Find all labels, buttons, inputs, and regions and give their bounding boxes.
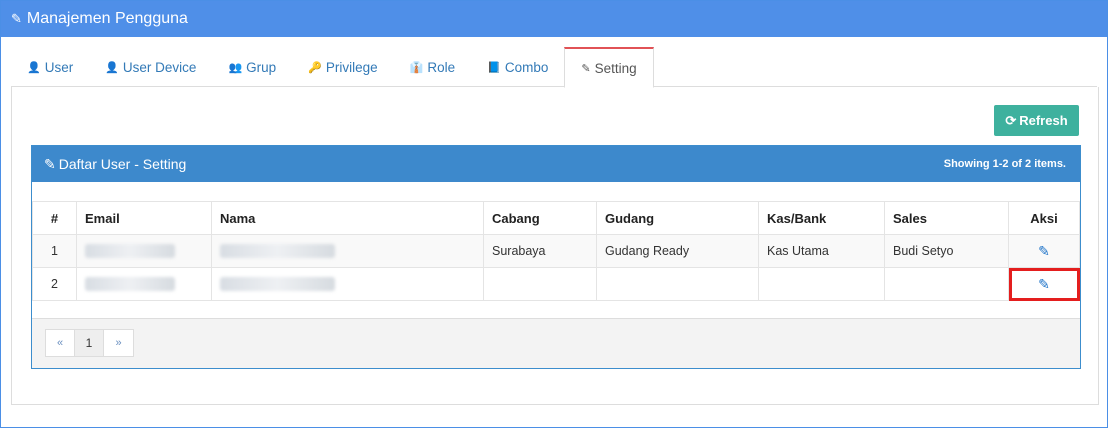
refresh-button[interactable]: ⟳ Refresh — [994, 105, 1079, 136]
tab-bar: 👤 User 👤 User Device 👥 Grup 🔑 Privilege 👔 Rol… — [11, 47, 1097, 88]
user-tie-icon: 👔 — [409, 61, 424, 74]
user-icon: 👤 — [105, 61, 119, 74]
table-header-row: # Email Nama Cabang Gudang Kas/Bank Sale… — [32, 201, 1080, 235]
column-header-sales[interactable]: Sales — [884, 201, 1009, 235]
pagination-next[interactable]: » — [104, 330, 133, 356]
redacted-nama — [220, 244, 335, 259]
redacted-nama — [220, 277, 335, 292]
panel-footer: « 1 » — [32, 318, 1080, 368]
tab-setting[interactable]: ✎ Setting — [564, 47, 654, 88]
highlighted-action-cell: ✎ — [1008, 267, 1080, 301]
edit-icon: ✎ — [581, 62, 591, 75]
table-row: 1 Surabaya Gudang Ready Kas Utama Budi S… — [32, 234, 1080, 268]
user-setting-table: # Email Nama Cabang Gudang Kas/Bank Sale… — [32, 201, 1080, 301]
column-header-aksi: Aksi — [1008, 201, 1080, 235]
column-header-no: # — [32, 201, 77, 235]
pagination-prev[interactable]: « — [46, 330, 75, 356]
page-header: ✎ Manajemen Pengguna — [1, 1, 1107, 37]
redacted-email — [85, 244, 175, 259]
column-header-gudang[interactable]: Gudang — [596, 201, 759, 235]
tab-grup[interactable]: 👥 Grup — [212, 47, 292, 87]
refresh-icon: ⟳ — [1005, 112, 1017, 128]
tab-content: ⟳ Refresh ✎ Daftar User - Setting Showing… — [11, 87, 1099, 405]
page-title: Manajemen Pengguna — [26, 10, 188, 27]
column-header-email[interactable]: Email — [76, 201, 212, 235]
key-icon: 🔑 — [308, 61, 322, 74]
column-header-kas-bank[interactable]: Kas/Bank — [758, 201, 885, 235]
column-header-nama[interactable]: Nama — [211, 201, 484, 235]
user-setting-panel: ✎ Daftar User - Setting Showing 1-2 of 2 … — [31, 145, 1081, 369]
table-row: 2 ✎ — [32, 267, 1080, 301]
panel-title: Daftar User - Setting — [58, 155, 187, 172]
pagination-page-1[interactable]: 1 — [75, 330, 104, 356]
pencil-icon: ✎ — [11, 11, 22, 26]
panel-summary: Showing 1-2 of 2 items. — [943, 158, 1066, 170]
nama-cell — [211, 267, 484, 301]
users-icon: 👥 — [228, 61, 243, 74]
email-cell — [76, 234, 212, 268]
tab-user-device[interactable]: 👤 User Device — [89, 47, 212, 87]
tab-privilege[interactable]: 🔑 Privilege — [292, 47, 393, 87]
column-header-cabang[interactable]: Cabang — [483, 201, 597, 235]
email-cell — [76, 267, 212, 301]
edit-row-button[interactable]: ✎ — [1038, 276, 1050, 292]
edit-row-button[interactable]: ✎ — [1038, 243, 1050, 259]
tab-role[interactable]: 👔 Role — [394, 47, 471, 87]
app-window: ✎ Manajemen Pengguna 👤 User 👤 User Device … — [0, 0, 1108, 428]
tab-user[interactable]: 👤 User — [11, 47, 89, 87]
book-icon: 📘 — [487, 61, 501, 74]
pagination: « 1 » — [45, 329, 134, 357]
panel-header: ✎ Daftar User - Setting Showing 1-2 of 2 … — [32, 146, 1080, 182]
user-icon: 👤 — [27, 61, 41, 74]
redacted-email — [85, 277, 175, 292]
nama-cell — [211, 234, 484, 268]
edit-icon: ✎ — [44, 155, 56, 172]
tab-combo[interactable]: 📘 Combo — [471, 47, 564, 87]
